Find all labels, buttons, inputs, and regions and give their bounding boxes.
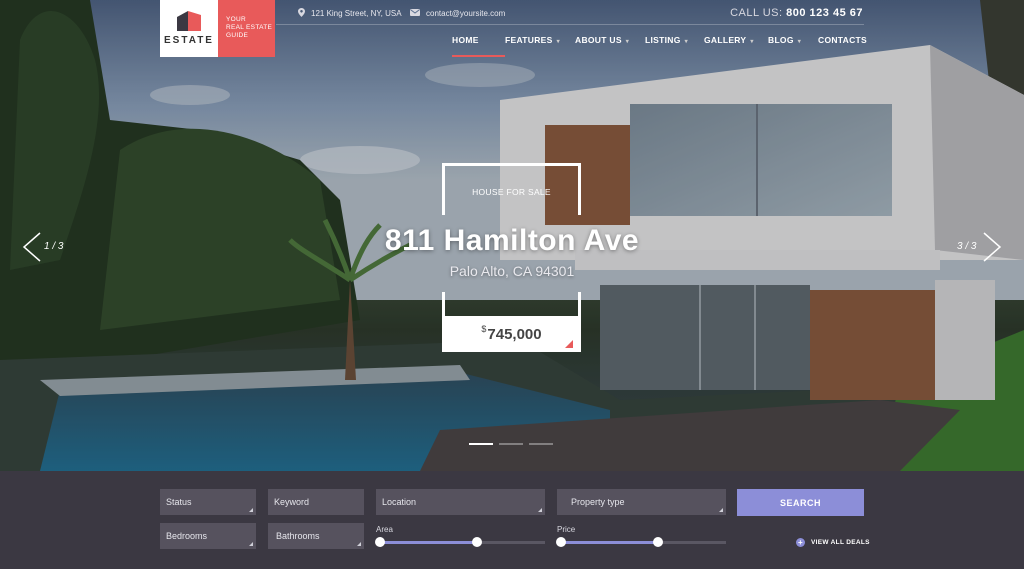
slide-dot[interactable] (529, 443, 553, 445)
address-text: 121 King Street, NY, USA (311, 9, 402, 18)
price-max-handle[interactable] (653, 537, 663, 547)
view-all-deals-link[interactable]: + VIEW ALL DEALS (796, 538, 870, 547)
dropdown-corner-icon (719, 508, 723, 512)
corner-accent (565, 340, 573, 348)
tagline-line: YOUR (226, 16, 246, 23)
keyword-input[interactable]: Keyword (268, 489, 364, 515)
nav-label: BLOG (768, 35, 794, 45)
price-tag[interactable]: $ 745,000 (445, 316, 578, 352)
chevron-down-icon: ▾ (750, 39, 754, 45)
call-label: CALL US: (730, 7, 783, 19)
bathrooms-select[interactable]: Bathrooms (268, 523, 364, 549)
location-pin-icon (298, 8, 305, 19)
search-button[interactable]: SEARCH (737, 489, 864, 516)
header-divider (276, 24, 864, 25)
area-slider-range (380, 541, 477, 544)
envelope-icon (410, 8, 420, 18)
view-all-label: VIEW ALL DEALS (811, 539, 870, 546)
area-max-handle[interactable] (472, 537, 482, 547)
slide-dot[interactable] (499, 443, 523, 445)
dropdown-corner-icon (538, 508, 542, 512)
currency-symbol: $ (481, 324, 487, 334)
next-slide-counter: 3 / 3 (957, 241, 977, 252)
nav-home[interactable]: HOME (452, 35, 505, 57)
logo-mark-box: ESTATE (160, 0, 218, 57)
address-info: 121 King Street, NY, USA (298, 8, 402, 19)
slide-dot[interactable] (469, 443, 493, 445)
main-nav: HOME FEATURES ▾ ABOUT US ▾ LISTING ▾ GALLER… (452, 35, 867, 57)
dropdown-corner-icon (249, 542, 253, 546)
nav-label: HOME (452, 35, 479, 45)
nav-label: LISTING (645, 35, 681, 45)
chevron-down-icon: ▾ (684, 39, 688, 45)
phone-number[interactable]: 800 123 45 67 (786, 7, 863, 19)
prev-slide-button[interactable] (22, 232, 42, 262)
nav-label: FEATURES (505, 35, 553, 45)
nav-listing[interactable]: LISTING ▾ (645, 35, 704, 45)
chevron-left-icon (22, 232, 41, 262)
next-slide-button[interactable] (982, 232, 1002, 262)
property-type-select[interactable]: Property type (557, 489, 726, 515)
slide-indicators (469, 443, 553, 445)
tagline-line: GUIDE (226, 32, 249, 39)
nav-contacts[interactable]: CONTACTS (818, 35, 867, 45)
price-value: 745,000 (487, 325, 542, 343)
nav-label: ABOUT US (575, 35, 622, 45)
area-min-handle[interactable] (375, 537, 385, 547)
nav-features[interactable]: FEATURES ▾ (505, 35, 575, 45)
house-logo-icon (175, 11, 203, 31)
listing-badge: HOUSE FOR SALE (472, 187, 551, 197)
listing-title[interactable]: 811 Hamilton Ave (300, 224, 724, 258)
nav-blog[interactable]: BLOG ▾ (768, 35, 818, 45)
dropdown-corner-icon (357, 542, 361, 546)
search-panel (0, 471, 1024, 569)
logo-tagline: YOUR REAL ESTATE GUIDE (218, 0, 275, 57)
status-select[interactable]: Status (160, 489, 256, 515)
location-select[interactable]: Location (376, 489, 545, 515)
select-value: Property type (571, 497, 625, 507)
phone-info[interactable]: CALL US: 800 123 45 67 (730, 7, 863, 19)
logo-name: ESTATE (164, 35, 214, 46)
listing-location: Palo Alto, CA 94301 (449, 263, 575, 279)
email-link[interactable]: contact@yoursite.com (426, 9, 505, 18)
site-logo[interactable]: ESTATE YOUR REAL ESTATE GUIDE (160, 0, 275, 57)
input-placeholder: Keyword (274, 497, 310, 507)
select-value: Bedrooms (166, 531, 208, 541)
price-min-handle[interactable] (556, 537, 566, 547)
bedrooms-select[interactable]: Bedrooms (160, 523, 256, 549)
price-label: Price (557, 525, 576, 534)
dropdown-corner-icon (249, 508, 253, 512)
nav-gallery[interactable]: GALLERY ▾ (704, 35, 768, 45)
prev-slide-counter: 1 / 3 (44, 241, 64, 252)
chevron-down-icon: ▾ (556, 39, 560, 45)
plus-circle-icon: + (796, 538, 805, 547)
nav-about-us[interactable]: ABOUT US ▾ (575, 35, 645, 45)
chevron-right-icon (983, 232, 1002, 262)
price-slider-range (561, 541, 658, 544)
select-value: Bathrooms (276, 531, 320, 541)
chevron-down-icon: ▾ (797, 39, 802, 45)
tagline-line: REAL ESTATE (226, 24, 273, 31)
nav-label: CONTACTS (818, 35, 867, 45)
email-info[interactable]: contact@yoursite.com (410, 8, 505, 18)
select-value: Status (166, 497, 192, 507)
select-value: Location (382, 497, 417, 507)
chevron-down-icon: ▾ (625, 39, 630, 45)
nav-label: GALLERY (704, 35, 747, 45)
area-label: Area (376, 525, 393, 534)
